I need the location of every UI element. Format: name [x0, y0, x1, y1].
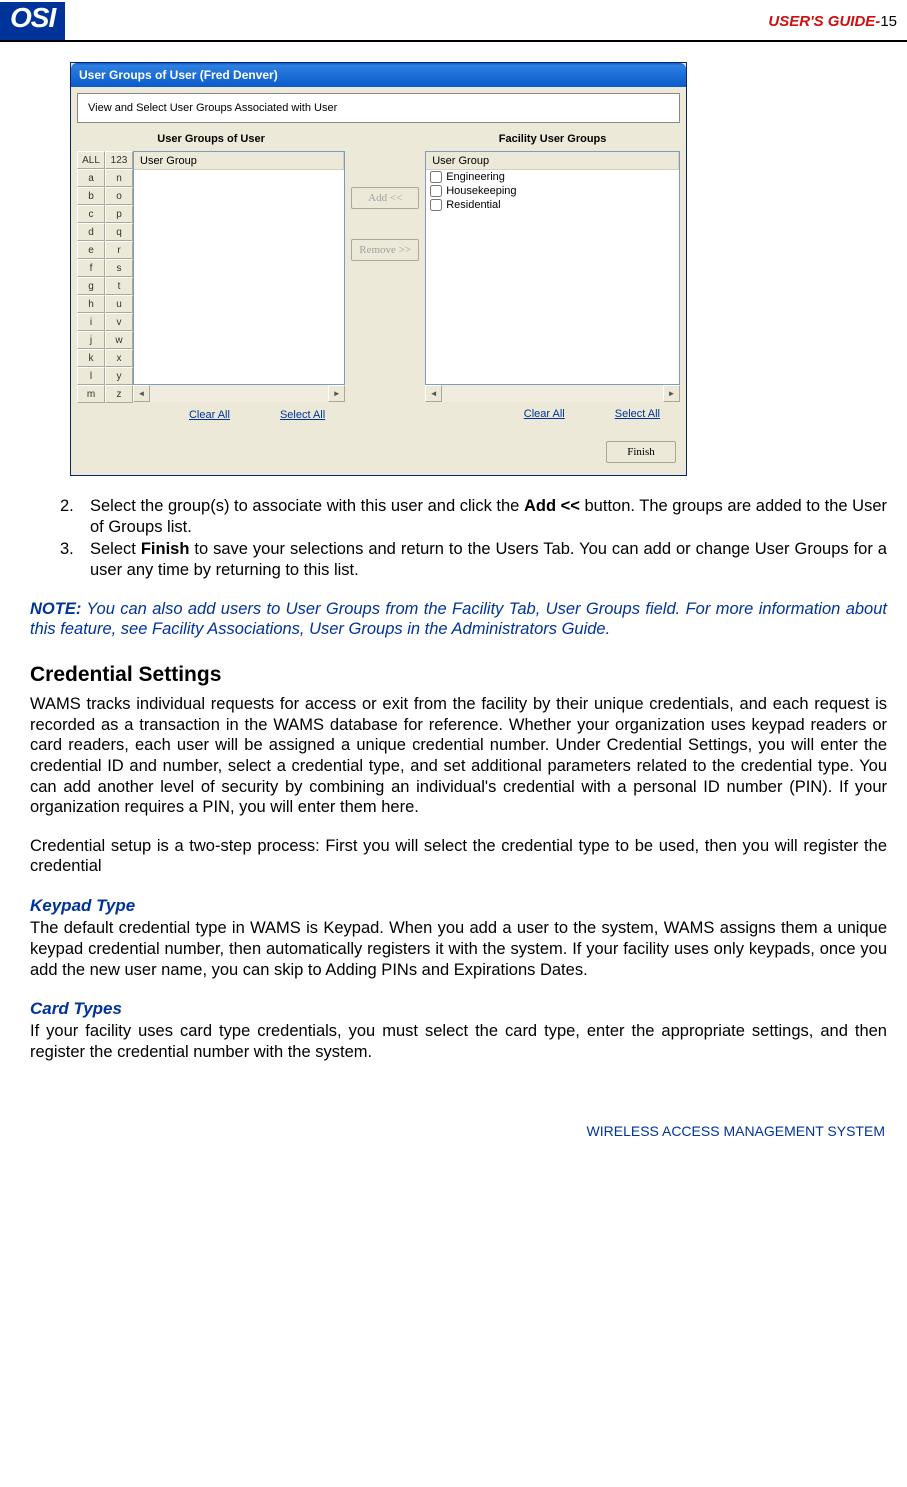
remove-button[interactable]: Remove >> — [351, 239, 419, 261]
note-text: NOTE: You can also add users to User Gro… — [30, 599, 887, 640]
screenshot-container: User Groups of User (Fred Denver) View a… — [0, 42, 907, 496]
filter-letter[interactable]: b — [77, 187, 105, 205]
list-item: 2. Select the group(s) to associate with… — [60, 496, 887, 537]
facility-groups-list[interactable]: User Group Engineering Housekeeping Resi… — [425, 151, 680, 385]
finish-button[interactable]: Finish — [606, 441, 676, 463]
paragraph: The default credential type in WAMS is K… — [30, 918, 887, 980]
filter-letter[interactable]: u — [105, 295, 133, 313]
paragraph: If your facility uses card type credenti… — [30, 1021, 887, 1062]
filter-letter[interactable]: w — [105, 331, 133, 349]
checkbox-icon[interactable] — [430, 185, 442, 197]
clear-all-link-left[interactable]: Clear All — [189, 409, 230, 421]
filter-letter[interactable]: p — [105, 205, 133, 223]
list-item: 3. Select Finish to save your selections… — [60, 539, 887, 580]
select-all-link-right[interactable]: Select All — [615, 408, 660, 420]
h-scrollbar-left[interactable]: ◄ ► — [133, 385, 345, 402]
page-header: OSI USER'S GUIDE-15 — [0, 0, 907, 42]
page-number: 15 — [880, 13, 897, 30]
checkbox-icon[interactable] — [430, 171, 442, 183]
paragraph: Credential setup is a two-step process: … — [30, 836, 887, 877]
filter-letter[interactable]: y — [105, 367, 133, 385]
list-item[interactable]: Engineering — [426, 170, 679, 184]
filter-letter[interactable]: c — [77, 205, 105, 223]
list-item[interactable]: Residential — [426, 198, 679, 212]
filter-letter[interactable]: q — [105, 223, 133, 241]
filter-letter[interactable]: l — [77, 367, 105, 385]
filter-letter[interactable]: a — [77, 169, 105, 187]
scroll-right-icon[interactable]: ► — [328, 385, 345, 402]
filter-letter[interactable]: t — [105, 277, 133, 295]
heading-card-types: Card Types — [30, 998, 887, 1019]
scroll-right-icon[interactable]: ► — [663, 385, 680, 402]
filter-123[interactable]: 123 — [105, 151, 133, 169]
list-item[interactable]: Housekeeping — [426, 184, 679, 198]
alpha-filter-grid: ALL 123 a n b o c p d q e r f s — [77, 151, 133, 403]
heading-keypad-type: Keypad Type — [30, 895, 887, 916]
filter-letter[interactable]: o — [105, 187, 133, 205]
filter-letter[interactable]: j — [77, 331, 105, 349]
page-footer: WIRELESS ACCESS MANAGEMENT SYSTEM — [0, 1103, 907, 1169]
filter-letter[interactable]: i — [77, 313, 105, 331]
filter-letter[interactable]: n — [105, 169, 133, 187]
select-all-link-left[interactable]: Select All — [280, 409, 325, 421]
column-header-usergroup-left[interactable]: User Group — [134, 152, 344, 170]
header-guide-label: USER'S GUIDE-15 — [768, 13, 897, 30]
checkbox-icon[interactable] — [430, 199, 442, 211]
scroll-left-icon[interactable]: ◄ — [425, 385, 442, 402]
window-titlebar: User Groups of User (Fred Denver) — [71, 63, 686, 87]
right-panel: Facility User Groups User Group Engineer… — [425, 127, 680, 423]
middle-buttons: Add << Remove >> — [345, 127, 425, 423]
filter-letter[interactable]: f — [77, 259, 105, 277]
document-body: 2. Select the group(s) to associate with… — [0, 496, 907, 1103]
instruction-text: View and Select User Groups Associated w… — [77, 93, 680, 123]
filter-all[interactable]: ALL — [77, 151, 105, 169]
filter-letter[interactable]: k — [77, 349, 105, 367]
filter-letter[interactable]: m — [77, 385, 105, 403]
h-scrollbar-right[interactable]: ◄ ► — [425, 385, 680, 402]
clear-all-link-right[interactable]: Clear All — [524, 408, 565, 420]
filter-letter[interactable]: z — [105, 385, 133, 403]
add-button[interactable]: Add << — [351, 187, 419, 209]
scroll-left-icon[interactable]: ◄ — [133, 385, 150, 402]
right-section-title: Facility User Groups — [425, 127, 680, 151]
dialog-window: User Groups of User (Fred Denver) View a… — [70, 62, 687, 476]
left-panel: User Groups of User ALL 123 a n b o c p … — [77, 127, 345, 423]
column-header-usergroup-right[interactable]: User Group — [426, 152, 679, 170]
filter-letter[interactable]: v — [105, 313, 133, 331]
filter-letter[interactable]: d — [77, 223, 105, 241]
logo: OSI — [0, 2, 65, 40]
filter-letter[interactable]: x — [105, 349, 133, 367]
paragraph: WAMS tracks individual requests for acce… — [30, 694, 887, 818]
filter-letter[interactable]: h — [77, 295, 105, 313]
left-section-title: User Groups of User — [77, 127, 345, 151]
filter-letter[interactable]: g — [77, 277, 105, 295]
filter-letter[interactable]: e — [77, 241, 105, 259]
filter-letter[interactable]: s — [105, 259, 133, 277]
heading-credential-settings: Credential Settings — [30, 662, 887, 688]
filter-letter[interactable]: r — [105, 241, 133, 259]
user-groups-list[interactable]: User Group — [133, 151, 345, 385]
